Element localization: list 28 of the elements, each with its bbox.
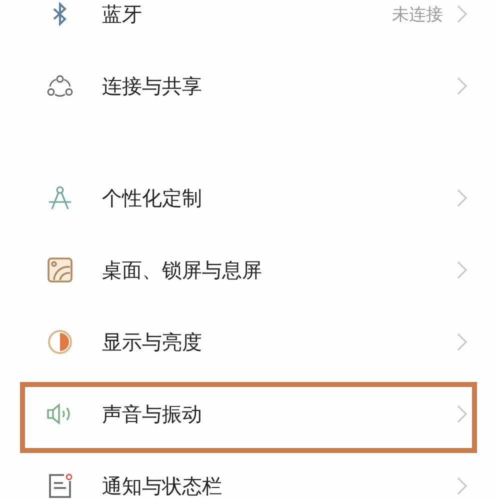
chevron-icon — [457, 189, 467, 207]
notification-icon — [47, 473, 73, 499]
item-label: 蓝牙 — [102, 0, 143, 28]
item-label: 声音与振动 — [102, 400, 203, 428]
item-label: 连接与共享 — [102, 72, 203, 100]
chevron-icon — [457, 5, 467, 23]
share-icon — [47, 75, 73, 97]
item-status: 未连接 — [392, 4, 443, 26]
chevron-icon — [457, 333, 467, 351]
compass-icon — [47, 185, 73, 211]
chevron-icon — [457, 77, 467, 95]
item-label: 个性化定制 — [102, 184, 203, 212]
settings-item[interactable]: 蓝牙 未连接 — [0, 0, 495, 50]
bluetooth-icon — [52, 2, 68, 26]
settings-item[interactable]: 个性化定制 — [0, 162, 495, 234]
settings-item[interactable]: 显示与亮度 — [0, 306, 495, 378]
item-label: 显示与亮度 — [102, 328, 203, 356]
item-label: 桌面、锁屏与息屏 — [102, 256, 263, 284]
brightness-icon — [47, 329, 73, 355]
settings-item[interactable]: 声音与振动 — [0, 378, 495, 450]
chevron-icon — [457, 477, 467, 495]
item-label: 通知与状态栏 — [102, 472, 223, 499]
settings-item[interactable]: 连接与共享 — [0, 50, 495, 122]
settings-item[interactable]: 通知与状态栏 — [0, 450, 495, 499]
chevron-icon — [457, 261, 467, 279]
wallpaper-icon — [47, 257, 73, 283]
settings-item[interactable]: 桌面、锁屏与息屏 — [0, 234, 495, 306]
chevron-icon — [457, 405, 467, 423]
